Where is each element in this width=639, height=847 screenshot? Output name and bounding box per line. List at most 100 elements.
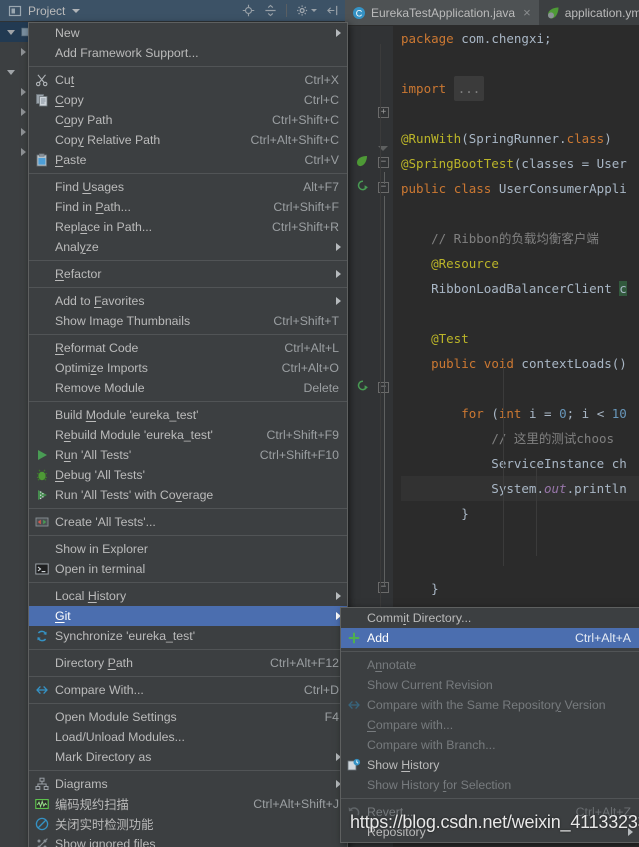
menu-item-refactor[interactable]: Refactor <box>29 264 347 284</box>
menu-item-build-module-eureka-test[interactable]: Build Module 'eureka_test' <box>29 405 347 425</box>
menu-item-copy[interactable]: Copy Ctrl+C <box>29 90 347 110</box>
menu-item-rebuild-module-eureka-test[interactable]: Rebuild Module 'eureka_test' Ctrl+Shift+F… <box>29 425 347 445</box>
editor-tab[interactable]: application.yml <box>539 0 639 25</box>
menu-item-commit-directory[interactable]: Commit Directory... <box>341 608 639 628</box>
menu-item-run-all-tests[interactable]: Run 'All Tests' Ctrl+Shift+F10 <box>29 445 347 465</box>
menu-item-mark-directory-as[interactable]: Mark Directory as <box>29 747 347 767</box>
menu-item-label: Compare with the Same Repository Version <box>367 698 606 712</box>
menu-item-load-unload-modules[interactable]: Load/Unload Modules... <box>29 727 347 747</box>
history-icon <box>346 757 362 773</box>
menu-item-synchronize-eureka-test[interactable]: Synchronize 'eureka_test' <box>29 626 347 646</box>
run-method-gutter-icon[interactable] <box>355 378 370 398</box>
menu-item-copy-relative-path[interactable]: Copy Relative Path Ctrl+Alt+Shift+C <box>29 130 347 150</box>
menu-item-label: Show History <box>367 758 440 772</box>
menu-item-remove-module[interactable]: Remove Module Delete <box>29 378 347 398</box>
menu-item-find-usages[interactable]: Find Usages Alt+F7 <box>29 177 347 197</box>
menu-item-replace-in-path[interactable]: Replace in Path... Ctrl+Shift+R <box>29 217 347 237</box>
menu-item-create-all-tests[interactable]: Create 'All Tests'... <box>29 512 347 532</box>
menu-separator <box>29 334 347 335</box>
submenu-arrow-icon <box>336 29 341 37</box>
project-context-menu[interactable]: New Add Framework Support... Cut Ctrl+X Copy… <box>28 22 348 847</box>
triangle-down-icon[interactable] <box>6 69 16 75</box>
run-class-gutter-icon[interactable] <box>355 178 370 198</box>
menu-item-label: Add <box>367 631 389 645</box>
close-icon[interactable]: × <box>523 5 531 20</box>
menu-item-[interactable]: 编码规约扫描 Ctrl+Alt+Shift+J <box>29 794 347 814</box>
menu-item-show-history[interactable]: Show History <box>341 755 639 775</box>
submenu-arrow-icon <box>336 592 341 600</box>
triangle-right-icon[interactable] <box>18 128 28 136</box>
menu-item-label: Optimize Imports <box>55 361 148 375</box>
code-line: public class UserConsumerAppli <box>401 181 627 196</box>
menu-item-directory-path[interactable]: Directory Path Ctrl+Alt+F12 <box>29 653 347 673</box>
spring-leaf-gutter-icon[interactable] <box>355 154 369 173</box>
menu-separator <box>29 649 347 650</box>
menu-item-analyze[interactable]: Analyze <box>29 237 347 257</box>
menu-item-debug-all-tests[interactable]: Debug 'All Tests' <box>29 465 347 485</box>
menu-item-find-in-path[interactable]: Find in Path... Ctrl+Shift+F <box>29 197 347 217</box>
triangle-down-icon[interactable] <box>6 29 16 35</box>
menu-item-shortcut: Ctrl+Shift+F <box>273 200 339 214</box>
menu-separator <box>29 173 347 174</box>
menu-item-shortcut: Delete <box>303 381 339 395</box>
menu-item-diagrams[interactable]: Diagrams <box>29 774 347 794</box>
menu-item-label: Compare With... <box>55 683 144 697</box>
menu-item-label: Show Current Revision <box>367 678 493 692</box>
menu-item-shortcut: F4 <box>324 710 339 724</box>
editor-tab[interactable]: C EurekaTestApplication.java × <box>345 0 539 25</box>
diagram-icon <box>34 776 50 792</box>
menu-item-label: Copy Path <box>55 113 113 127</box>
menu-item-add-to-favorites[interactable]: Add to Favorites <box>29 291 347 311</box>
menu-item-optimize-imports[interactable]: Optimize Imports Ctrl+Alt+O <box>29 358 347 378</box>
locate-icon[interactable] <box>242 4 255 17</box>
menu-item-shortcut: Ctrl+C <box>303 93 339 107</box>
menu-item-show-in-explorer[interactable]: Show in Explorer <box>29 539 347 559</box>
hide-panel-icon[interactable] <box>326 4 339 17</box>
menu-item-label: New <box>55 26 80 40</box>
editor-tab-bar[interactable]: C EurekaTestApplication.java × application.… <box>345 0 639 26</box>
menu-item-open-module-settings[interactable]: Open Module Settings F4 <box>29 707 347 727</box>
menu-item-copy-path[interactable]: Copy Path Ctrl+Shift+C <box>29 110 347 130</box>
menu-item-show-history-for-selection: Show History for Selection <box>341 775 639 795</box>
git-submenu[interactable]: Commit Directory... Add Ctrl+Alt+A Annotate… <box>340 607 639 843</box>
triangle-right-icon[interactable] <box>18 48 28 56</box>
menu-item-shortcut: Ctrl+Alt+A <box>574 631 631 645</box>
java-class-icon: C <box>352 6 366 20</box>
menu-item-new[interactable]: New <box>29 23 347 43</box>
compare-icon <box>34 682 50 698</box>
menu-item-run-all-tests-with-coverage[interactable]: Run 'All Tests' with Coverage <box>29 485 347 505</box>
menu-item-label: Show ignored files <box>55 837 156 847</box>
collapse-all-icon[interactable] <box>264 4 277 17</box>
triangle-right-icon[interactable] <box>18 88 28 96</box>
menu-item-[interactable]: 关闭实时检测功能 <box>29 814 347 834</box>
menu-item-compare-with[interactable]: Compare With... Ctrl+D <box>29 680 347 700</box>
triangle-right-icon[interactable] <box>18 108 28 116</box>
menu-item-shortcut: Ctrl+Shift+F10 <box>259 448 339 462</box>
menu-item-show-image-thumbnails[interactable]: Show Image Thumbnails Ctrl+Shift+T <box>29 311 347 331</box>
menu-item-reformat-code[interactable]: Reformat Code Ctrl+Alt+L <box>29 338 347 358</box>
settings-gear-icon[interactable] <box>296 4 317 17</box>
menu-item-shortcut: Ctrl+Shift+R <box>272 220 339 234</box>
menu-item-paste[interactable]: Paste Ctrl+V <box>29 150 347 170</box>
code-line: } <box>401 581 439 596</box>
menu-item-show-ignored-files[interactable]: Show ignored files <box>29 834 347 847</box>
menu-item-label: Replace in Path... <box>55 220 153 234</box>
menu-item-add-framework-support[interactable]: Add Framework Support... <box>29 43 347 63</box>
menu-item-label: Reformat Code <box>55 341 139 355</box>
menu-item-add[interactable]: Add Ctrl+Alt+A <box>341 628 639 648</box>
menu-item-cut[interactable]: Cut Ctrl+X <box>29 70 347 90</box>
triangle-right-icon[interactable] <box>18 148 28 156</box>
code-line: package com.chengxi; <box>401 31 552 46</box>
menu-item-label: Diagrams <box>55 777 108 791</box>
menu-item-git[interactable]: Git <box>29 606 347 626</box>
menu-item-shortcut: Alt+F7 <box>303 180 339 194</box>
project-icon <box>8 4 22 18</box>
scissors-icon <box>34 72 50 88</box>
menu-item-label: Find in Path... <box>55 200 131 214</box>
menu-item-open-in-terminal[interactable]: Open in terminal <box>29 559 347 579</box>
chevron-down-icon[interactable] <box>72 8 81 13</box>
menu-item-local-history[interactable]: Local History <box>29 586 347 606</box>
code-line: RibbonLoadBalancerClient c <box>401 281 627 296</box>
